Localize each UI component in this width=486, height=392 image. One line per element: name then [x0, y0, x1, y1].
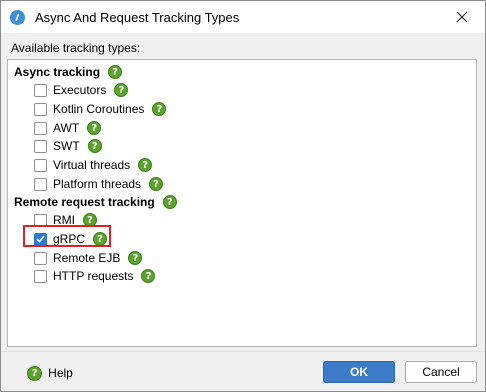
checkmark-icon [36, 235, 45, 243]
tracking-types-tree[interactable]: Async tracking ? Executors ? Kotlin Coro… [7, 59, 477, 347]
item-label: Virtual threads [53, 158, 131, 172]
checkbox[interactable] [34, 121, 47, 135]
cancel-button-label: Cancel [422, 365, 460, 379]
item-label: Platform threads [53, 177, 142, 191]
checkbox[interactable] [34, 158, 47, 172]
title-bar: Async And Request Tracking Types [1, 1, 485, 33]
footer-divider [1, 351, 485, 352]
checkbox[interactable] [34, 139, 47, 153]
help-button[interactable]: ? Help [23, 362, 77, 384]
help-badge-icon[interactable]: ? [152, 102, 167, 116]
help-badge-icon[interactable]: ? [87, 139, 102, 153]
help-badge-icon[interactable]: ? [141, 269, 156, 283]
tree-item-rmi[interactable]: RMI ? [34, 211, 97, 229]
help-icon: ? [27, 365, 43, 381]
app-icon [10, 10, 25, 25]
tree-item-platform-threads[interactable]: Platform threads ? [34, 175, 164, 193]
item-label: Remote EJB [53, 251, 121, 265]
tree-item-grpc[interactable]: gRPC ? [34, 230, 108, 248]
help-badge-icon[interactable]: ? [149, 177, 164, 191]
group-label: Async tracking [14, 65, 101, 79]
help-badge-icon[interactable]: ? [87, 121, 102, 135]
help-badge-icon[interactable]: ? [162, 195, 177, 209]
help-badge-icon[interactable]: ? [83, 213, 97, 227]
item-label: SWT [53, 139, 80, 153]
tracking-types-dialog: Async And Request Tracking Types Availab… [0, 0, 486, 392]
help-button-label: Help [48, 366, 73, 380]
tree-item-executors[interactable]: Executors ? [34, 81, 129, 99]
tree-item-remote-ejb[interactable]: Remote EJB ? [34, 249, 143, 267]
help-badge-icon[interactable]: ? [114, 83, 129, 97]
ok-button[interactable]: OK [323, 361, 395, 383]
group-label: Remote request tracking [14, 195, 155, 209]
tree-item-swt[interactable]: SWT ? [34, 137, 102, 155]
checkbox[interactable] [34, 83, 47, 97]
checkbox[interactable] [34, 269, 47, 283]
tree-item-virtual-threads[interactable]: Virtual threads ? [34, 156, 153, 174]
item-label: HTTP requests [53, 269, 134, 283]
close-icon [456, 11, 468, 23]
item-label: Executors [53, 83, 107, 97]
item-label: AWT [53, 121, 80, 135]
checkbox[interactable] [34, 102, 47, 116]
tree-item-kotlin-coroutines[interactable]: Kotlin Coroutines ? [34, 100, 167, 118]
checkbox-checked[interactable] [34, 232, 47, 246]
item-label: gRPC [53, 232, 86, 246]
help-badge-icon[interactable]: ? [128, 251, 143, 265]
checkbox[interactable] [34, 177, 47, 191]
tree-item-http-requests[interactable]: HTTP requests ? [34, 267, 156, 285]
item-label: Kotlin Coroutines [53, 102, 145, 116]
checkbox[interactable] [34, 213, 47, 227]
close-button[interactable] [439, 1, 485, 33]
help-badge-icon[interactable]: ? [108, 65, 123, 79]
group-remote-request-tracking: Remote request tracking ? [14, 193, 177, 211]
group-async-tracking: Async tracking ? [14, 63, 123, 81]
item-label: RMI [53, 213, 75, 227]
checkbox[interactable] [34, 251, 47, 265]
cancel-button[interactable]: Cancel [405, 361, 477, 383]
ok-button-label: OK [350, 365, 368, 379]
tree-item-awt[interactable]: AWT ? [34, 119, 102, 137]
available-types-label: Available tracking types: [11, 41, 141, 55]
help-badge-icon[interactable]: ? [138, 158, 153, 172]
window-title: Async And Request Tracking Types [35, 10, 240, 25]
help-badge-icon[interactable]: ? [93, 232, 108, 246]
